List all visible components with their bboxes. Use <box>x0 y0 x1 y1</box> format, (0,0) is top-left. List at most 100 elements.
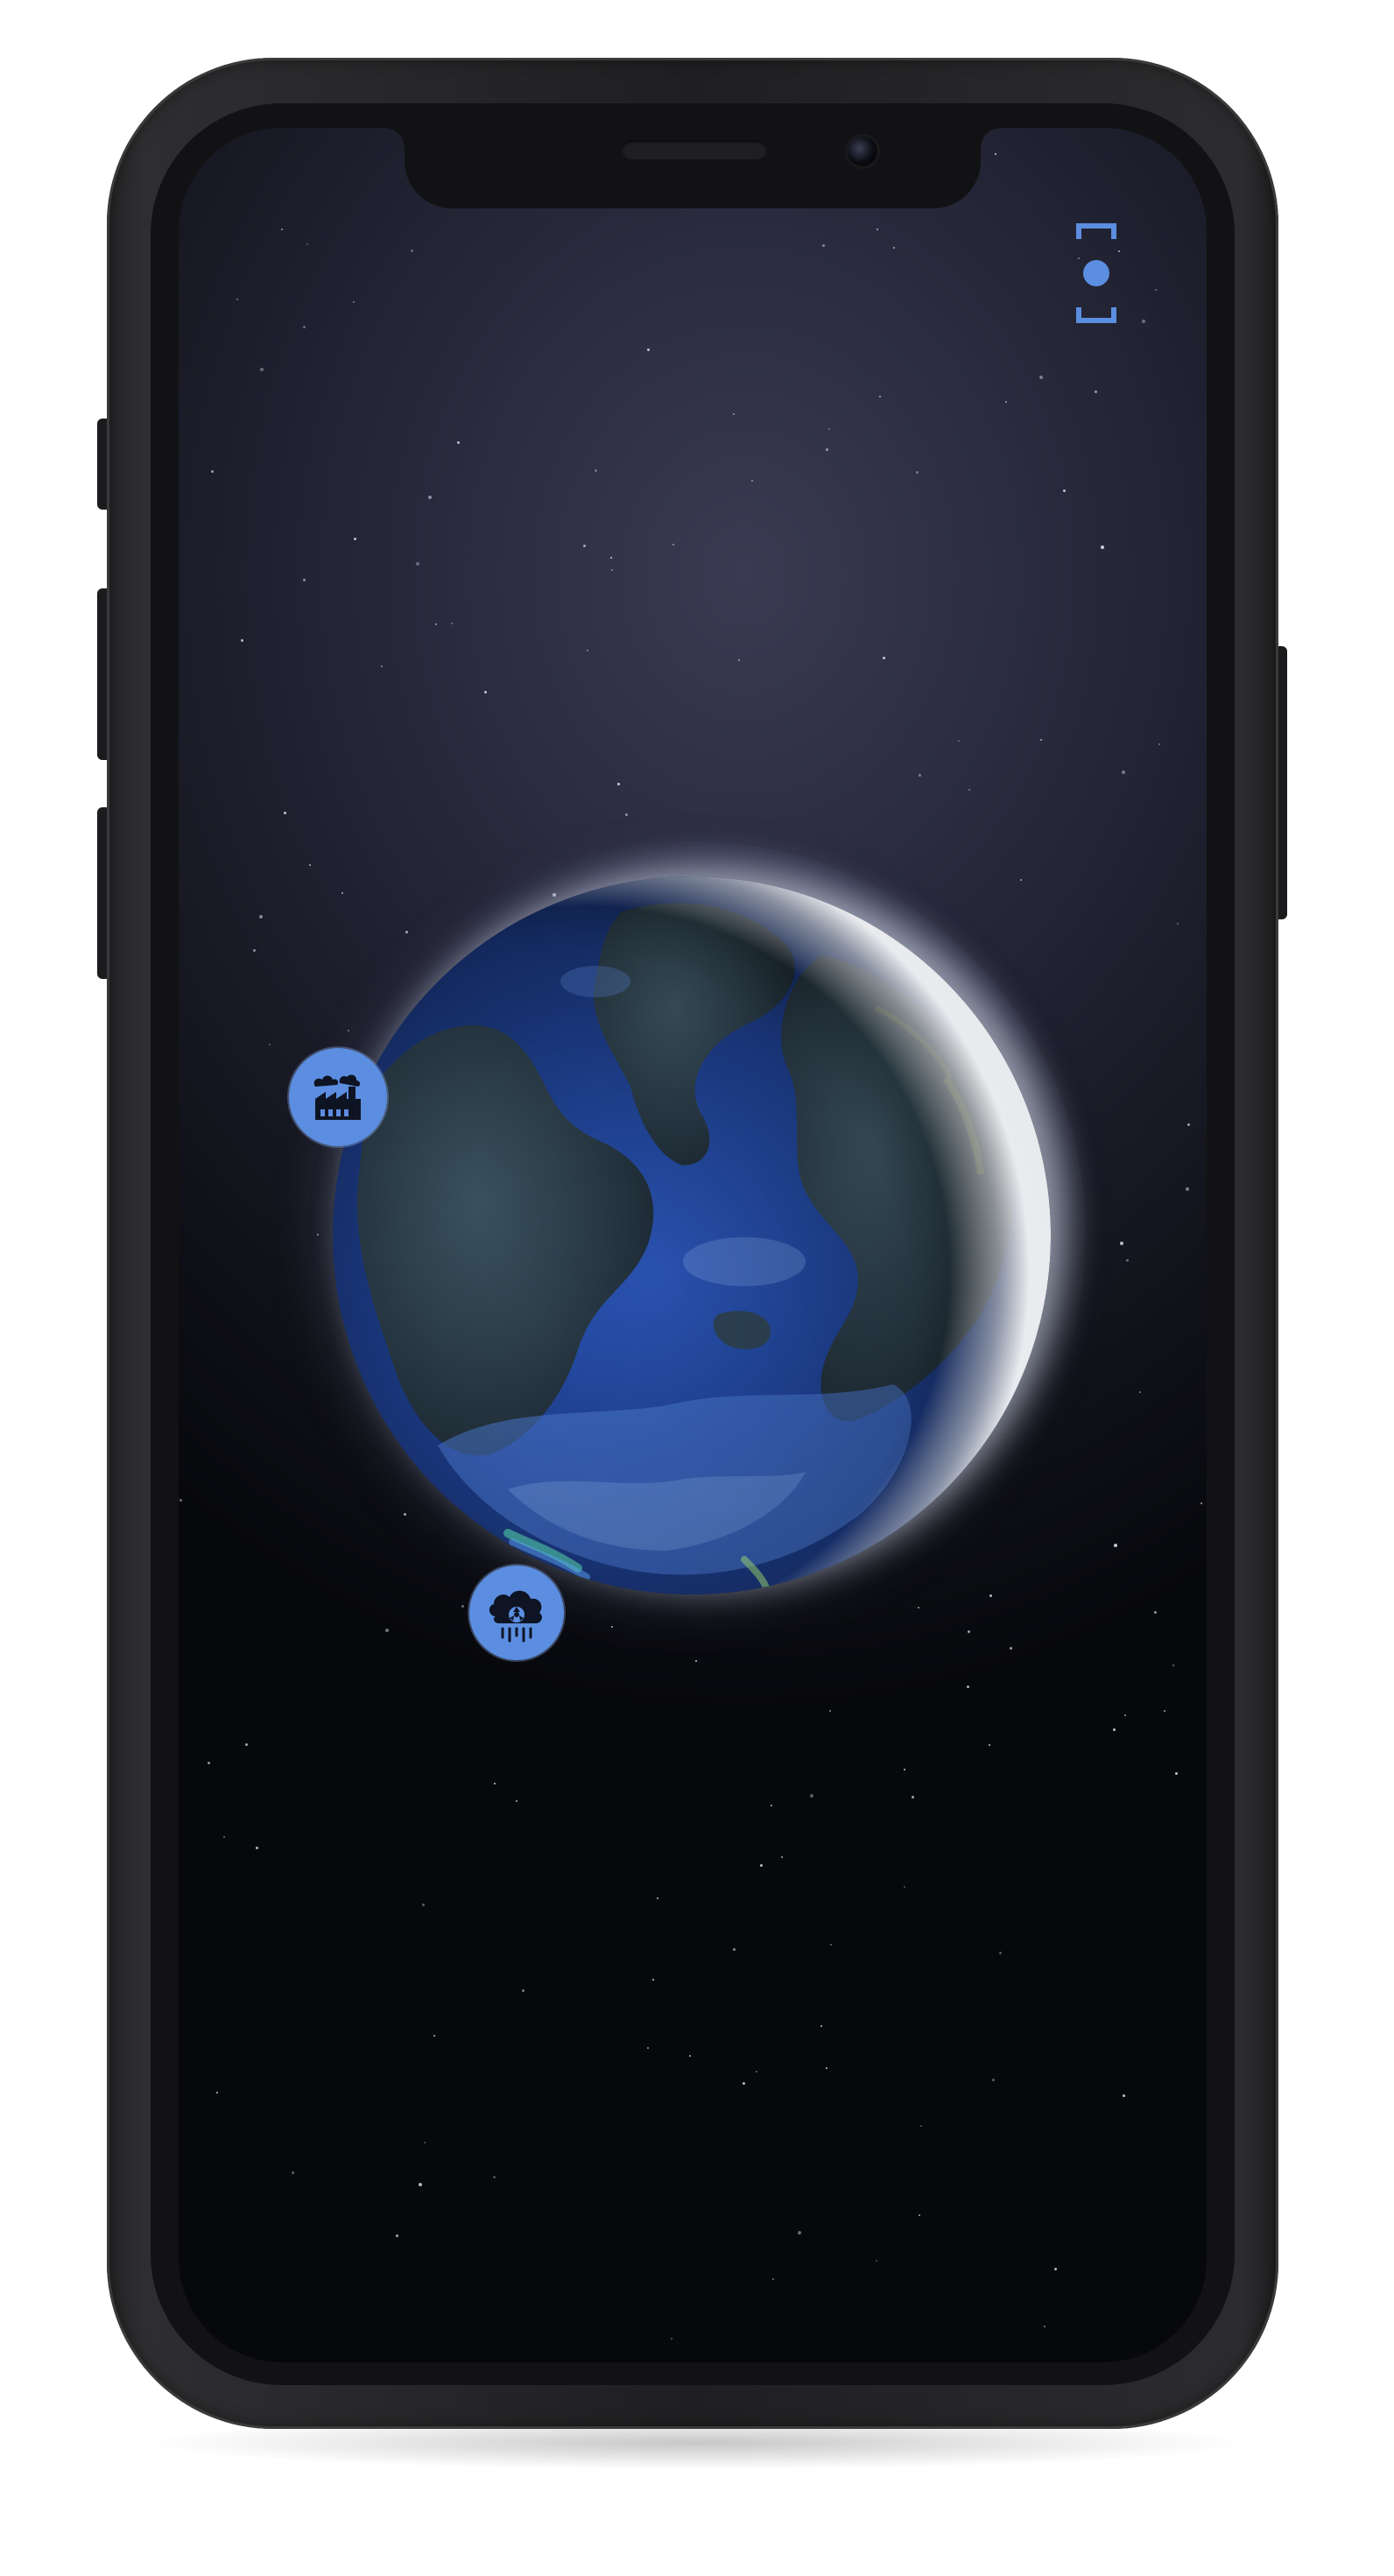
notch <box>385 128 1000 208</box>
star <box>461 1605 464 1608</box>
star <box>781 1856 783 1858</box>
star <box>1114 1544 1117 1547</box>
star <box>256 1847 258 1849</box>
star <box>385 1629 389 1632</box>
star <box>967 1686 969 1688</box>
star <box>216 2092 218 2094</box>
star <box>1177 923 1179 925</box>
star <box>259 915 263 918</box>
star <box>647 2047 649 2049</box>
star <box>733 1948 736 1951</box>
continents <box>333 876 1051 1594</box>
star <box>260 368 264 371</box>
star <box>1154 1611 1157 1614</box>
star <box>269 1044 271 1045</box>
star <box>211 470 214 473</box>
star <box>303 326 306 328</box>
star <box>1120 1242 1123 1245</box>
star <box>995 153 996 155</box>
earth-globe[interactable] <box>298 841 1086 1629</box>
star <box>829 1710 831 1712</box>
star <box>918 1607 919 1608</box>
star <box>751 480 753 482</box>
star <box>292 2171 294 2174</box>
scan-button[interactable] <box>1074 221 1119 326</box>
star <box>822 244 825 247</box>
star <box>772 2278 774 2280</box>
star <box>516 1800 517 1802</box>
star <box>912 1796 914 1798</box>
star <box>826 2067 827 2069</box>
star <box>826 448 828 451</box>
star <box>877 229 878 230</box>
star <box>428 496 432 499</box>
star <box>1164 1710 1165 1712</box>
star <box>1186 1187 1189 1191</box>
star <box>647 348 650 351</box>
star <box>760 1864 763 1867</box>
star <box>1172 1665 1174 1666</box>
star <box>671 2338 672 2340</box>
star <box>883 657 885 659</box>
star <box>743 2082 745 2085</box>
star <box>1005 401 1007 403</box>
star <box>919 774 921 777</box>
star <box>1175 1772 1178 1775</box>
star <box>695 1660 697 1662</box>
star <box>522 1989 525 1992</box>
star <box>920 2125 922 2127</box>
star <box>1142 320 1145 323</box>
star <box>281 229 283 230</box>
star <box>611 1626 613 1628</box>
star <box>611 569 613 571</box>
star <box>968 1630 970 1633</box>
factory-smoke-icon <box>313 1074 361 1120</box>
star <box>284 812 286 814</box>
star <box>354 538 356 540</box>
star <box>876 2260 877 2262</box>
star <box>309 864 311 866</box>
star <box>236 299 238 300</box>
star <box>738 659 740 661</box>
star <box>245 1743 248 1746</box>
front-camera <box>848 137 877 166</box>
star <box>223 1836 225 1838</box>
star <box>1039 376 1043 379</box>
star <box>820 2025 822 2027</box>
star <box>1158 743 1160 745</box>
star <box>1122 771 1125 774</box>
star <box>493 2176 496 2178</box>
star <box>422 1904 425 1906</box>
star <box>587 650 588 651</box>
star <box>1200 1503 1202 1504</box>
star <box>457 441 460 444</box>
star <box>657 1897 658 1899</box>
star <box>411 250 413 252</box>
star <box>810 1794 813 1798</box>
star <box>1139 1391 1141 1393</box>
star <box>180 1499 182 1502</box>
toxic-cloud-hotspot[interactable] <box>469 1566 564 1660</box>
star <box>595 469 597 472</box>
star <box>396 2235 398 2237</box>
star <box>494 1783 496 1784</box>
star <box>433 2035 435 2037</box>
star <box>919 2214 920 2216</box>
star <box>989 1594 992 1597</box>
star <box>689 2055 691 2057</box>
star <box>1126 1259 1129 1262</box>
star <box>652 1979 654 1981</box>
toxic-cloud-icon <box>489 1590 542 1643</box>
star <box>610 557 612 559</box>
star <box>1040 739 1042 741</box>
star <box>1063 489 1066 492</box>
star <box>617 783 620 785</box>
star <box>1187 1123 1190 1126</box>
star <box>241 639 243 642</box>
star <box>828 428 830 430</box>
star <box>999 1952 1002 1954</box>
pollution-hotspot[interactable] <box>289 1048 387 1146</box>
star <box>208 1762 210 1764</box>
star <box>253 949 256 952</box>
star <box>353 301 355 303</box>
